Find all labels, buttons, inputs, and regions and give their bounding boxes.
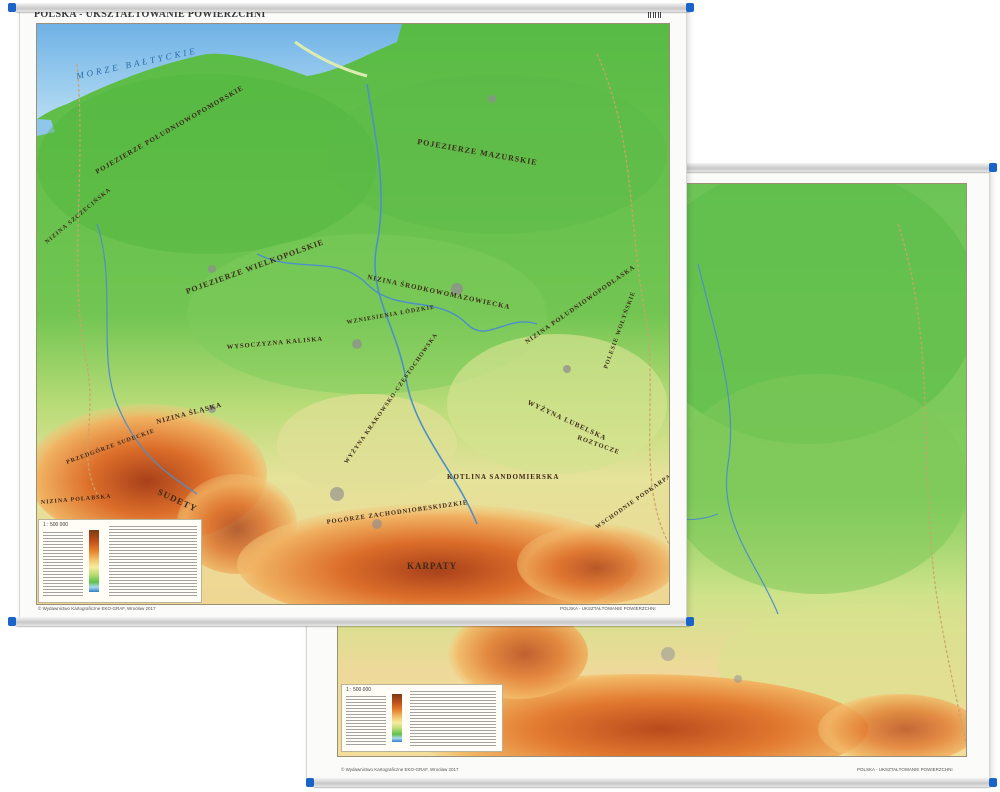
elevation-color-ramp: [89, 530, 99, 592]
rail-end-cap: [8, 3, 16, 12]
rail-end-cap: [686, 3, 694, 12]
region-label: KARPATY: [407, 561, 457, 571]
map-front-legend: 1 : 500 000: [38, 519, 202, 603]
map-front-scale: 1 : 500 000: [43, 522, 69, 528]
legend-peaks-table: [410, 689, 496, 747]
relief-map-front: MORZE BAŁTYCKIE POJEZIERZE POŁUDNIOWOPOM…: [37, 24, 669, 604]
poster-front-bottom-rail: [14, 617, 692, 626]
map-back-footer-left: © Wydawnictwo Kartograficzne EKO-GRAF, W…: [341, 767, 459, 772]
rail-end-cap: [8, 617, 16, 626]
legend-peaks-table: [109, 524, 197, 598]
rail-end-cap: [306, 778, 314, 787]
map-back-footer-right: POLSKA - UKSZTAŁTOWANIE POWIERZCHNI: [857, 767, 953, 772]
poster-back-bottom-rail: [312, 778, 992, 787]
rail-end-cap: [989, 163, 997, 172]
region-label: KOTLINA SANDOMIERSKA: [447, 473, 559, 481]
map-front-canvas: MORZE BAŁTYCKIE POJEZIERZE POŁUDNIOWOPOM…: [36, 23, 670, 605]
map-front-footer-right: POLSKA - UKSZTAŁTOWANIE POWIERZCHNI: [560, 606, 656, 611]
rail-end-cap: [989, 778, 997, 787]
map-front-footer-left: © Wydawnictwo Kartograficzne EKO-GRAF, W…: [38, 606, 156, 611]
poster-front-top-rail: [14, 3, 692, 12]
rail-end-cap: [686, 617, 694, 626]
map-poster-front: POLSKA - UKSZTAŁTOWANIE POWIERZCHNI MORZ…: [20, 7, 686, 619]
map-back-scale: 1 : 500 000: [346, 687, 372, 693]
poster-back-top-rail: [680, 163, 992, 172]
legend-symbols: [346, 694, 386, 746]
legend-symbols: [43, 530, 83, 596]
map-back-legend: 1 : 500 000: [341, 684, 503, 752]
elevation-color-ramp: [392, 694, 402, 742]
